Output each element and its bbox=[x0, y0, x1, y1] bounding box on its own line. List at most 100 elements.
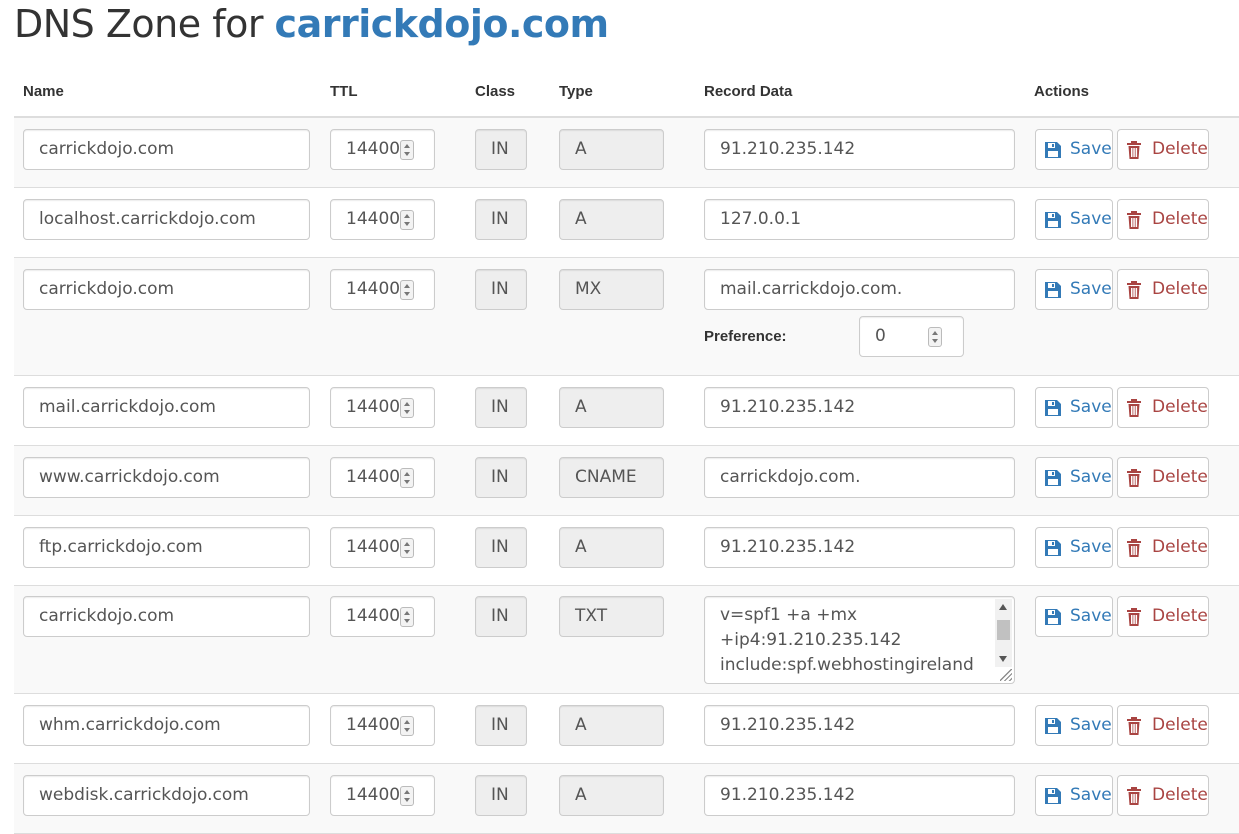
record-ttl-input[interactable]: 14400 bbox=[330, 269, 435, 310]
record-ttl-value: 14400 bbox=[346, 139, 401, 159]
ttl-spinner-icon[interactable] bbox=[400, 538, 414, 558]
delete-button[interactable]: Delete bbox=[1117, 457, 1209, 498]
record-name-input[interactable]: ftp.carrickdojo.com bbox=[23, 527, 310, 568]
record-type-field: A bbox=[559, 387, 664, 428]
mx-preference-label: Preference: bbox=[704, 328, 787, 345]
record-type-field: A bbox=[559, 199, 664, 240]
save-button-label: Save bbox=[1070, 467, 1112, 487]
save-button[interactable]: Save bbox=[1035, 387, 1113, 428]
record-ttl-value: 14400 bbox=[346, 209, 401, 229]
ttl-spinner-icon[interactable] bbox=[400, 140, 414, 160]
column-header-record-data: Record Data bbox=[704, 83, 793, 100]
scroll-down-arrow-icon[interactable] bbox=[999, 656, 1007, 662]
delete-button[interactable]: Delete bbox=[1117, 775, 1209, 816]
record-ttl-input[interactable]: 14400 bbox=[330, 596, 435, 637]
table-row: mail.carrickdojo.com 14400 IN A 91.210.235.1… bbox=[14, 376, 1239, 446]
record-ttl-input[interactable]: 14400 bbox=[330, 387, 435, 428]
textarea-scrollbar[interactable] bbox=[995, 599, 1012, 667]
delete-button[interactable]: Delete bbox=[1117, 596, 1209, 637]
delete-button-label: Delete bbox=[1152, 139, 1208, 159]
record-ttl-input[interactable]: 14400 bbox=[330, 775, 435, 816]
record-class-field: IN bbox=[475, 387, 527, 428]
record-data-input[interactable]: 91.210.235.142 bbox=[704, 387, 1015, 428]
table-row: www.carrickdojo.com 14400 IN CNAME carrickdo… bbox=[14, 446, 1239, 516]
record-ttl-input[interactable]: 14400 bbox=[330, 527, 435, 568]
save-button[interactable]: Save bbox=[1035, 527, 1113, 568]
record-ttl-input[interactable]: 14400 bbox=[330, 705, 435, 746]
record-name-input[interactable]: www.carrickdojo.com bbox=[23, 457, 310, 498]
save-button-label: Save bbox=[1070, 785, 1112, 805]
record-ttl-input[interactable]: 14400 bbox=[330, 129, 435, 170]
scroll-up-arrow-icon[interactable] bbox=[999, 604, 1007, 610]
delete-button-label: Delete bbox=[1152, 467, 1208, 487]
save-button[interactable]: Save bbox=[1035, 457, 1113, 498]
record-data-input[interactable]: 91.210.235.142 bbox=[704, 775, 1015, 816]
record-data-input[interactable]: 91.210.235.142 bbox=[704, 129, 1015, 170]
save-button[interactable]: Save bbox=[1035, 705, 1113, 746]
page-title-prefix: DNS Zone for bbox=[14, 2, 275, 46]
record-data-input[interactable]: 91.210.235.142 bbox=[704, 705, 1015, 746]
delete-button[interactable]: Delete bbox=[1117, 387, 1209, 428]
record-name-input[interactable]: whm.carrickdojo.com bbox=[23, 705, 310, 746]
save-button-label: Save bbox=[1070, 139, 1112, 159]
table-row: ftp.carrickdojo.com 14400 IN A 91.210.235.14… bbox=[14, 516, 1239, 586]
resize-handle-icon[interactable] bbox=[1000, 669, 1012, 681]
delete-button-label: Delete bbox=[1152, 715, 1208, 735]
page-title: DNS Zone for carrickdojo.com bbox=[14, 2, 609, 46]
record-ttl-value: 14400 bbox=[346, 397, 401, 417]
save-button[interactable]: Save bbox=[1035, 199, 1113, 240]
ttl-spinner-icon[interactable] bbox=[400, 607, 414, 627]
delete-button-label: Delete bbox=[1152, 209, 1208, 229]
record-data-input[interactable]: 127.0.0.1 bbox=[704, 199, 1015, 240]
save-button[interactable]: Save bbox=[1035, 129, 1113, 170]
save-button[interactable]: Save bbox=[1035, 775, 1113, 816]
record-name-input[interactable]: carrickdojo.com bbox=[23, 269, 310, 310]
zone-domain: carrickdojo.com bbox=[274, 2, 610, 46]
column-header-ttl: TTL bbox=[330, 83, 358, 100]
record-name-input[interactable]: carrickdojo.com bbox=[23, 596, 310, 637]
column-header-class: Class bbox=[475, 83, 516, 100]
ttl-spinner-icon[interactable] bbox=[400, 280, 414, 300]
record-data-input[interactable]: carrickdojo.com. bbox=[704, 457, 1015, 498]
table-row: carrickdojo.com 14400 IN TXT v=spf1 +a +mx +… bbox=[14, 586, 1239, 694]
preference-spinner-icon[interactable] bbox=[928, 327, 942, 347]
save-button-label: Save bbox=[1070, 397, 1112, 417]
save-button[interactable]: Save bbox=[1035, 269, 1113, 310]
ttl-spinner-icon[interactable] bbox=[400, 716, 414, 736]
record-data-input[interactable]: 91.210.235.142 bbox=[704, 527, 1015, 568]
record-name-input[interactable]: mail.carrickdojo.com bbox=[23, 387, 310, 428]
record-ttl-input[interactable]: 14400 bbox=[330, 457, 435, 498]
table-row: webdisk.carrickdojo.com 14400 IN A 91.210.23… bbox=[14, 764, 1239, 834]
record-ttl-value: 14400 bbox=[346, 785, 401, 805]
record-class-field: IN bbox=[475, 705, 527, 746]
delete-button[interactable]: Delete bbox=[1117, 269, 1209, 310]
record-name-input[interactable]: webdisk.carrickdojo.com bbox=[23, 775, 310, 816]
delete-button-label: Delete bbox=[1152, 279, 1208, 299]
ttl-spinner-icon[interactable] bbox=[400, 398, 414, 418]
record-type-field: A bbox=[559, 705, 664, 746]
record-class-field: IN bbox=[475, 527, 527, 568]
record-ttl-value: 14400 bbox=[346, 279, 401, 299]
delete-button-label: Delete bbox=[1152, 537, 1208, 557]
record-type-field: CNAME bbox=[559, 457, 664, 498]
ttl-spinner-icon[interactable] bbox=[400, 210, 414, 230]
column-header-type: Type bbox=[559, 83, 593, 100]
record-class-field: IN bbox=[475, 129, 527, 170]
record-ttl-input[interactable]: 14400 bbox=[330, 199, 435, 240]
record-data-input[interactable]: mail.carrickdojo.com. bbox=[704, 269, 1015, 310]
delete-button[interactable]: Delete bbox=[1117, 199, 1209, 240]
delete-button[interactable]: Delete bbox=[1117, 527, 1209, 568]
ttl-spinner-icon[interactable] bbox=[400, 468, 414, 488]
delete-button[interactable]: Delete bbox=[1117, 705, 1209, 746]
record-class-field: IN bbox=[475, 457, 527, 498]
save-button[interactable]: Save bbox=[1035, 596, 1113, 637]
table-row: whm.carrickdojo.com 14400 IN A 91.210.235.14… bbox=[14, 694, 1239, 764]
record-name-input[interactable]: carrickdojo.com bbox=[23, 129, 310, 170]
scroll-thumb[interactable] bbox=[997, 620, 1010, 640]
delete-button[interactable]: Delete bbox=[1117, 129, 1209, 170]
mx-preference-input[interactable]: 0 bbox=[859, 316, 964, 357]
record-name-input[interactable]: localhost.carrickdojo.com bbox=[23, 199, 310, 240]
ttl-spinner-icon[interactable] bbox=[400, 786, 414, 806]
record-data-textarea[interactable]: v=spf1 +a +mx +ip4:91.210.235.142 includ… bbox=[704, 596, 1015, 684]
record-ttl-value: 14400 bbox=[346, 537, 401, 557]
